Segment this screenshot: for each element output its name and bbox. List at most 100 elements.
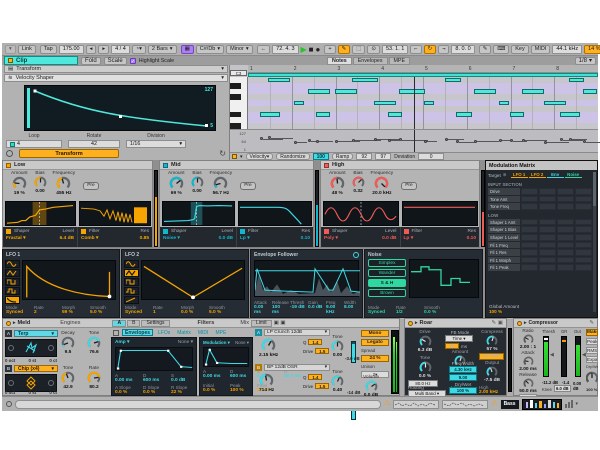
ratio-knob[interactable]: Ratio2.00 : 1	[516, 329, 540, 350]
roar-title-bar[interactable]: ▸ Roar ✎ ▣	[405, 319, 506, 328]
square-icon[interactable]	[124, 278, 139, 286]
device-on-icon[interactable]	[408, 321, 413, 326]
drive-field[interactable]: 1.5	[315, 348, 329, 354]
filter-checkbox[interactable]	[404, 229, 409, 234]
matrix-cell[interactable]	[539, 257, 556, 264]
tone-knob[interactable]: Tone76.6	[87, 331, 101, 355]
tempo-field[interactable]: 175.00	[59, 45, 84, 54]
lane-color-chip[interactable]	[232, 154, 237, 159]
division-menu[interactable]: 1/16▾	[126, 140, 186, 148]
knob-dial[interactable]	[169, 176, 184, 191]
level-value[interactable]: 6.4 dB	[60, 236, 74, 241]
matrix-cell[interactable]	[521, 188, 538, 195]
filter-a-freq-knob[interactable]: 2.15 kHz	[259, 338, 278, 358]
midi-note[interactable]	[316, 112, 330, 116]
random-icon[interactable]	[124, 287, 139, 295]
matrix-source-noise[interactable]: Noise	[565, 172, 582, 178]
knob-dial[interactable]	[12, 176, 27, 191]
link-button[interactable]: Link	[18, 45, 36, 54]
matrix-cell[interactable]	[539, 226, 556, 233]
matrix-cell[interactable]	[557, 257, 574, 264]
mod-target-menu[interactable]: None ▾	[235, 340, 249, 346]
midi-note[interactable]	[510, 112, 524, 116]
tone-knob[interactable]: Tone42.9	[61, 366, 75, 390]
matrix-source-lfo-2[interactable]: LFO 2	[529, 172, 546, 178]
band-activator-icon[interactable]	[6, 163, 11, 168]
matrix-cell[interactable]	[575, 226, 592, 233]
knob-dial[interactable]	[259, 373, 274, 388]
dry-wet-field[interactable]: 100 %	[449, 387, 477, 394]
pre-toggle[interactable]: Pre	[240, 182, 255, 190]
midi-note[interactable]	[294, 101, 304, 105]
matrix-cell[interactable]	[521, 234, 538, 241]
status-icon[interactable]	[6, 401, 12, 407]
matrix-cell[interactable]	[539, 249, 556, 256]
knob-dial[interactable]	[330, 176, 345, 191]
st-field[interactable]: 0 st	[29, 390, 37, 395]
compress-knob[interactable]: Compress57 %	[479, 330, 505, 352]
matrix-cell[interactable]	[575, 264, 592, 271]
midi-note[interactable]	[544, 101, 566, 105]
matrix-cell[interactable]	[521, 196, 538, 203]
midi-map-button[interactable]: MIDI	[531, 45, 551, 54]
decay-knob[interactable]: Decay9.5	[61, 331, 75, 355]
matrix-cell[interactable]	[557, 188, 574, 195]
frequency-knob[interactable]: Frequency56.7 Hz	[210, 171, 233, 200]
knob-dial[interactable]	[365, 380, 378, 393]
bias-knob[interactable]: Bias0.00	[34, 171, 47, 200]
bias-knob[interactable]: Bias0.32	[352, 171, 365, 200]
meld-title-bar[interactable]: ▸ Meld Engines ABSettings Filters Mix Li…	[3, 319, 399, 328]
band-low-header[interactable]: Low	[3, 161, 152, 170]
knob-dial[interactable]	[586, 371, 598, 385]
knee-field[interactable]: 6.0 dB	[554, 385, 571, 392]
drive-field[interactable]: 1.5	[315, 383, 329, 389]
toolbar-menu-chip[interactable]: ▾	[5, 45, 16, 54]
amount-knob[interactable]: Amount69 %	[168, 171, 185, 200]
filter-checkbox[interactable]	[81, 229, 86, 234]
metronome-button[interactable]: ◔▾	[132, 45, 146, 54]
automation-mode-button[interactable]: ⬚	[352, 45, 365, 54]
deviation-field[interactable]: 0	[418, 153, 444, 160]
filter-a-tone-knob[interactable]: Tone0.00	[331, 335, 344, 358]
expand-menu[interactable]: Expand	[586, 356, 598, 363]
matrix-cell[interactable]	[557, 203, 574, 210]
quantize-menu[interactable]: 2 Bars▾	[148, 45, 177, 54]
sine-icon[interactable]	[5, 260, 20, 268]
square-icon[interactable]	[5, 278, 20, 286]
compressor-title-bar[interactable]: ▸ Compressor ✎	[514, 319, 597, 328]
matrix-cell[interactable]	[539, 203, 556, 210]
sc-hpf-toggle[interactable]: SC HPF	[479, 353, 504, 360]
randomize-amount-field[interactable]: 100	[313, 153, 329, 160]
ct-field[interactable]: 0 ct	[49, 390, 57, 395]
lfo1-display[interactable]	[22, 260, 116, 300]
knob-dial[interactable]	[419, 335, 432, 348]
midi-note[interactable]	[424, 101, 434, 105]
knob-dial[interactable]	[191, 176, 204, 189]
mod-envelope-display[interactable]	[203, 347, 249, 367]
matrix-cell[interactable]	[557, 264, 574, 271]
bias-knob[interactable]: Bias0.00	[191, 171, 204, 200]
knob-dial[interactable]	[87, 336, 101, 350]
matrix-cell[interactable]	[521, 219, 538, 226]
limit-toggle[interactable]: Limit	[251, 320, 272, 327]
q-field[interactable]: 1.4	[308, 374, 322, 380]
oct-field[interactable]: 0 oct	[5, 358, 15, 363]
knob-dial[interactable]	[261, 338, 276, 353]
fold-triangle-icon[interactable]: ▸	[13, 320, 16, 326]
piano-keys[interactable]: C3	[230, 77, 248, 129]
midi-note[interactable]	[456, 112, 472, 116]
lfo2-display[interactable]	[141, 260, 245, 300]
device-title-icons[interactable]: ✎ ▣	[491, 320, 503, 326]
high-crossover-field[interactable]: 2.00 kHz	[479, 390, 503, 395]
transform-tool-menu[interactable]: ≋Velocity Shaper▾	[4, 74, 228, 82]
matrix-scrollbar[interactable]	[593, 172, 596, 312]
midi-note[interactable]	[308, 89, 330, 93]
res-value[interactable]: 0.85	[140, 236, 149, 241]
filter-display[interactable]	[238, 201, 312, 226]
filter-a-type-menu[interactable]: LP Crunch 12dB▾	[264, 329, 330, 336]
band-activator-icon[interactable]	[324, 163, 329, 168]
threshold-handle[interactable]: ◀	[550, 353, 554, 358]
filter-b-tone-knob[interactable]: Tone0.40	[331, 370, 344, 393]
midi-note[interactable]	[474, 89, 496, 93]
ramp-to-field[interactable]: 97	[375, 153, 391, 160]
